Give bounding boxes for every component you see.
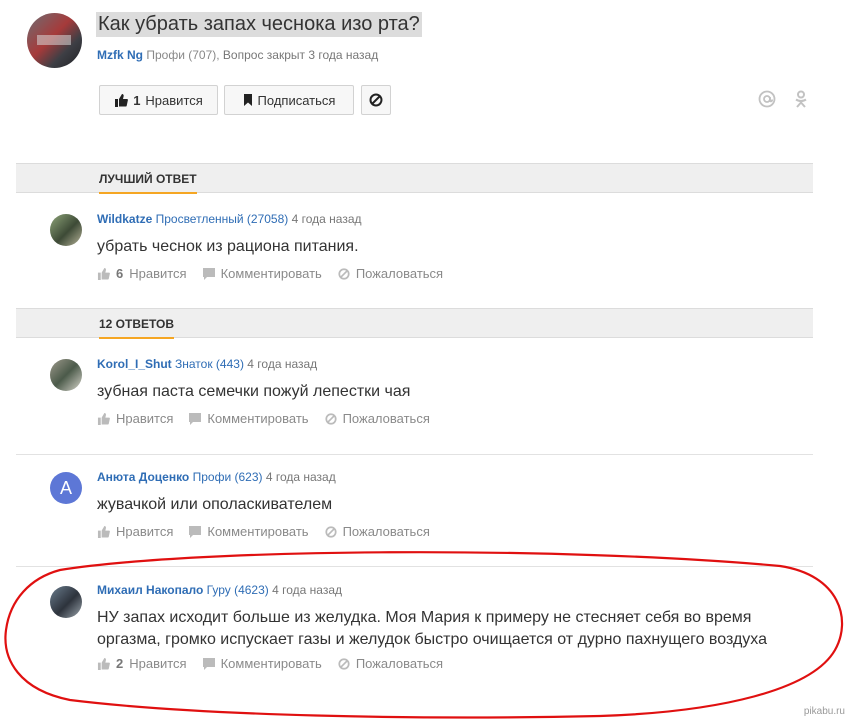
- answer-actions: Нравится Комментировать Пожаловаться: [97, 524, 446, 539]
- watermark: pikabu.ru: [803, 706, 845, 717]
- answer-author-rank: Гуру (4623): [206, 583, 269, 597]
- answer-like-count: 2: [116, 656, 124, 671]
- answer-report-button[interactable]: Пожаловаться: [338, 656, 443, 671]
- answer-divider: [16, 566, 813, 567]
- thumb-up-icon: [97, 525, 110, 538]
- answer-time: 4 года назад: [291, 212, 362, 226]
- answer-meta: Анюта Доценко Профи (623) 4 года назад: [97, 470, 336, 484]
- answer-comment-button[interactable]: Комментировать: [202, 266, 322, 281]
- odnoklassniki-icon[interactable]: [791, 89, 811, 109]
- at-icon[interactable]: [757, 89, 777, 109]
- answers-header: 12 ОТВЕТОВ: [16, 308, 813, 339]
- answers-count-label: 12 ОТВЕТОВ: [99, 317, 175, 339]
- answer-author-link[interactable]: Анюта Доценко: [97, 470, 189, 484]
- answer-author-link[interactable]: Wildkatze: [97, 212, 152, 226]
- question-meta: Mzfk Ng Профи (707), Вопрос закрыт 3 год…: [97, 48, 378, 62]
- report-icon: [325, 412, 337, 425]
- question-status: Вопрос закрыт 3 года назад: [222, 48, 379, 62]
- thumb-up-icon: [97, 657, 110, 670]
- answer-meta: Korol_I_Shut Знаток (443) 4 года назад: [97, 357, 317, 371]
- answer-comment-label: Комментировать: [207, 524, 309, 539]
- question-author-rank: Профи (707),: [146, 48, 220, 62]
- answer-like-label: Нравится: [129, 656, 187, 671]
- answer-actions: Нравится Комментировать Пожаловаться: [97, 411, 446, 426]
- answer-like-button[interactable]: 6 Нравится: [97, 266, 187, 281]
- report-icon: [338, 267, 350, 280]
- subscribe-button[interactable]: Подписаться: [224, 85, 354, 115]
- answer-time: 4 года назад: [265, 470, 336, 484]
- answer-comment-label: Комментировать: [220, 266, 322, 281]
- answer-time: 4 года назад: [272, 583, 342, 597]
- answer-comment-button[interactable]: Комментировать: [189, 524, 309, 539]
- thumb-up-icon: [97, 412, 110, 425]
- subscribe-label: Подписаться: [257, 92, 336, 108]
- answer-author-link[interactable]: Korol_I_Shut: [97, 357, 172, 371]
- report-icon: [338, 657, 350, 670]
- answer-author-rank: Просветленный (27058): [155, 212, 289, 226]
- answer-text: НУ запах исходит больше из желудка. Моя …: [97, 609, 767, 648]
- answer-report-label: Пожаловаться: [355, 266, 444, 281]
- answer-meta: Wildkatze Просветленный (27058) 4 года н…: [97, 212, 362, 226]
- answer-report-button[interactable]: Пожаловаться: [325, 524, 430, 539]
- answer-report-label: Пожаловаться: [342, 524, 430, 539]
- answer-author-avatar[interactable]: [50, 214, 82, 246]
- comment-icon: [202, 267, 215, 280]
- answer-author-avatar[interactable]: [50, 359, 82, 391]
- answer-author-avatar[interactable]: А: [50, 472, 82, 504]
- answer-author-rank: Знаток (443): [175, 357, 244, 371]
- answer-like-button[interactable]: 2 Нравится: [97, 656, 187, 671]
- block-button[interactable]: [361, 85, 391, 115]
- answer-text: убрать чеснок из рациона питания.: [97, 238, 359, 255]
- like-label: Нравится: [145, 92, 203, 108]
- like-button[interactable]: 1 Нравится: [99, 85, 218, 115]
- answer-like-button[interactable]: Нравится: [97, 411, 173, 426]
- answer-like-button[interactable]: Нравится: [97, 524, 173, 539]
- answer-like-count: 6: [116, 266, 124, 281]
- thumb-up-icon: [115, 93, 129, 107]
- answer-comment-label: Комментировать: [220, 656, 322, 671]
- thumb-up-icon: [97, 267, 110, 280]
- answer-meta: Михаил Накопало Гуру (4623) 4 года назад: [97, 583, 342, 597]
- question-author-link[interactable]: Mzfk Ng: [97, 48, 143, 62]
- answer-actions: 2 Нравится Комментировать Пожаловаться: [97, 656, 459, 671]
- like-count: 1: [133, 92, 141, 108]
- answer-divider: [16, 454, 813, 455]
- answer-text: жувачкой или ополаскивателем: [97, 496, 333, 513]
- answer-text: зубная паста семечки пожуй лепестки чая: [97, 383, 411, 400]
- answer-comment-label: Комментировать: [207, 411, 309, 426]
- bookmark-icon: [243, 94, 252, 106]
- best-answer-header: ЛУЧШИЙ ОТВЕТ: [16, 163, 813, 194]
- answer-comment-button[interactable]: Комментировать: [189, 411, 309, 426]
- answer-like-label: Нравится: [116, 524, 174, 539]
- report-icon: [325, 525, 337, 538]
- best-answer-label: ЛУЧШИЙ ОТВЕТ: [99, 172, 197, 194]
- question-title: Как убрать запах чеснока изо рта?: [96, 12, 422, 37]
- answer-author-link[interactable]: Михаил Накопало: [97, 583, 203, 597]
- comment-icon: [189, 412, 202, 425]
- answer-actions: 6 Нравится Комментировать Пожаловаться: [97, 266, 459, 281]
- answer-report-button[interactable]: Пожаловаться: [325, 411, 430, 426]
- answer-like-label: Нравится: [129, 266, 187, 281]
- answer-author-avatar[interactable]: [50, 586, 82, 618]
- answer-report-button[interactable]: Пожаловаться: [338, 266, 443, 281]
- answer-report-label: Пожаловаться: [342, 411, 430, 426]
- answer-report-label: Пожаловаться: [355, 656, 444, 671]
- avatar-letter: А: [59, 477, 72, 498]
- answer-like-label: Нравится: [116, 411, 174, 426]
- question-author-avatar[interactable]: [27, 13, 82, 68]
- answer-author-rank: Профи (623): [192, 470, 263, 484]
- answer-time: 4 года назад: [247, 357, 318, 371]
- comment-icon: [189, 525, 202, 538]
- answer-comment-button[interactable]: Комментировать: [202, 656, 322, 671]
- comment-icon: [202, 657, 215, 670]
- block-icon: [369, 93, 383, 107]
